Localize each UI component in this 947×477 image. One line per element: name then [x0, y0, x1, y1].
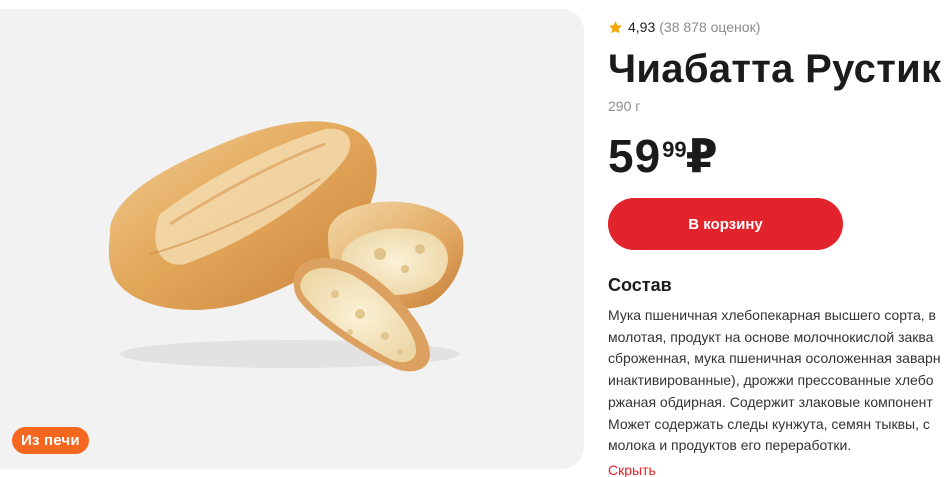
composition-line: молока и продуктов его переработки. [608, 437, 852, 454]
composition-line: молотая, продукт на основе молочнокислой… [608, 328, 934, 345]
composition-line: сброженная, мука пшеничная осоложенная з… [608, 350, 941, 367]
add-to-cart-button[interactable]: В корзину [608, 198, 843, 250]
composition-line: Мука пшеничная хлебопекарная высшего сор… [608, 307, 936, 323]
composition-line: Может содержать следы кунжута, семян тык… [608, 415, 930, 432]
hide-composition-link[interactable]: Скрыть [608, 462, 656, 477]
rating-score: 4,93 [628, 19, 656, 35]
price-rubles: 59 [608, 130, 662, 182]
product-page: Из печи 4,93 (38 878 оценок) Чиабатта Ру… [0, 0, 947, 477]
composition-text: Мука пшеничная хлебопекарная высшего сор… [608, 305, 947, 457]
composition-line: инактивированные), дрожжи прессованные х… [608, 372, 934, 389]
oven-badge: Из печи [12, 427, 89, 454]
product-weight: 290 г [608, 98, 641, 114]
bread-image [108, 121, 464, 372]
rating-count[interactable]: (38 878 оценок) [659, 18, 760, 36]
product-image-card: Из печи [0, 9, 584, 469]
price-kopecks: 99 [662, 137, 687, 162]
product-price: 59 99 ₽ [608, 128, 718, 184]
product-title: Чиабатта Рустик [608, 47, 942, 91]
composition-line: ржаная обдирная. Содержит злаковые компо… [608, 393, 933, 410]
product-info: 4,93 (38 878 оценок) Чиабатта Рустик 290… [608, 0, 947, 477]
rating: 4,93 (38 878 оценок) [608, 18, 760, 36]
currency-sign: ₽ [685, 130, 718, 182]
composition-heading: Состав [608, 275, 672, 295]
star-icon [609, 20, 622, 33]
